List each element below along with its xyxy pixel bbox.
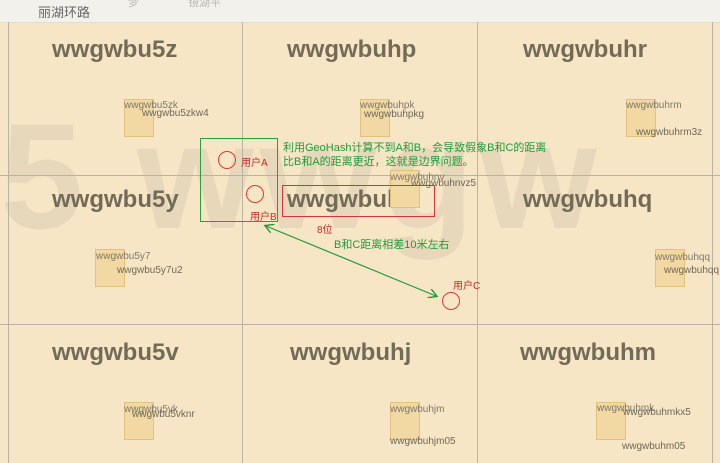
distance-arrow	[0, 0, 720, 463]
map-canvas[interactable]: 5 wwgw 丽湖环路 梦 镜湖平 wwgwbu5z wwgwbu5zk wwg…	[0, 0, 720, 463]
